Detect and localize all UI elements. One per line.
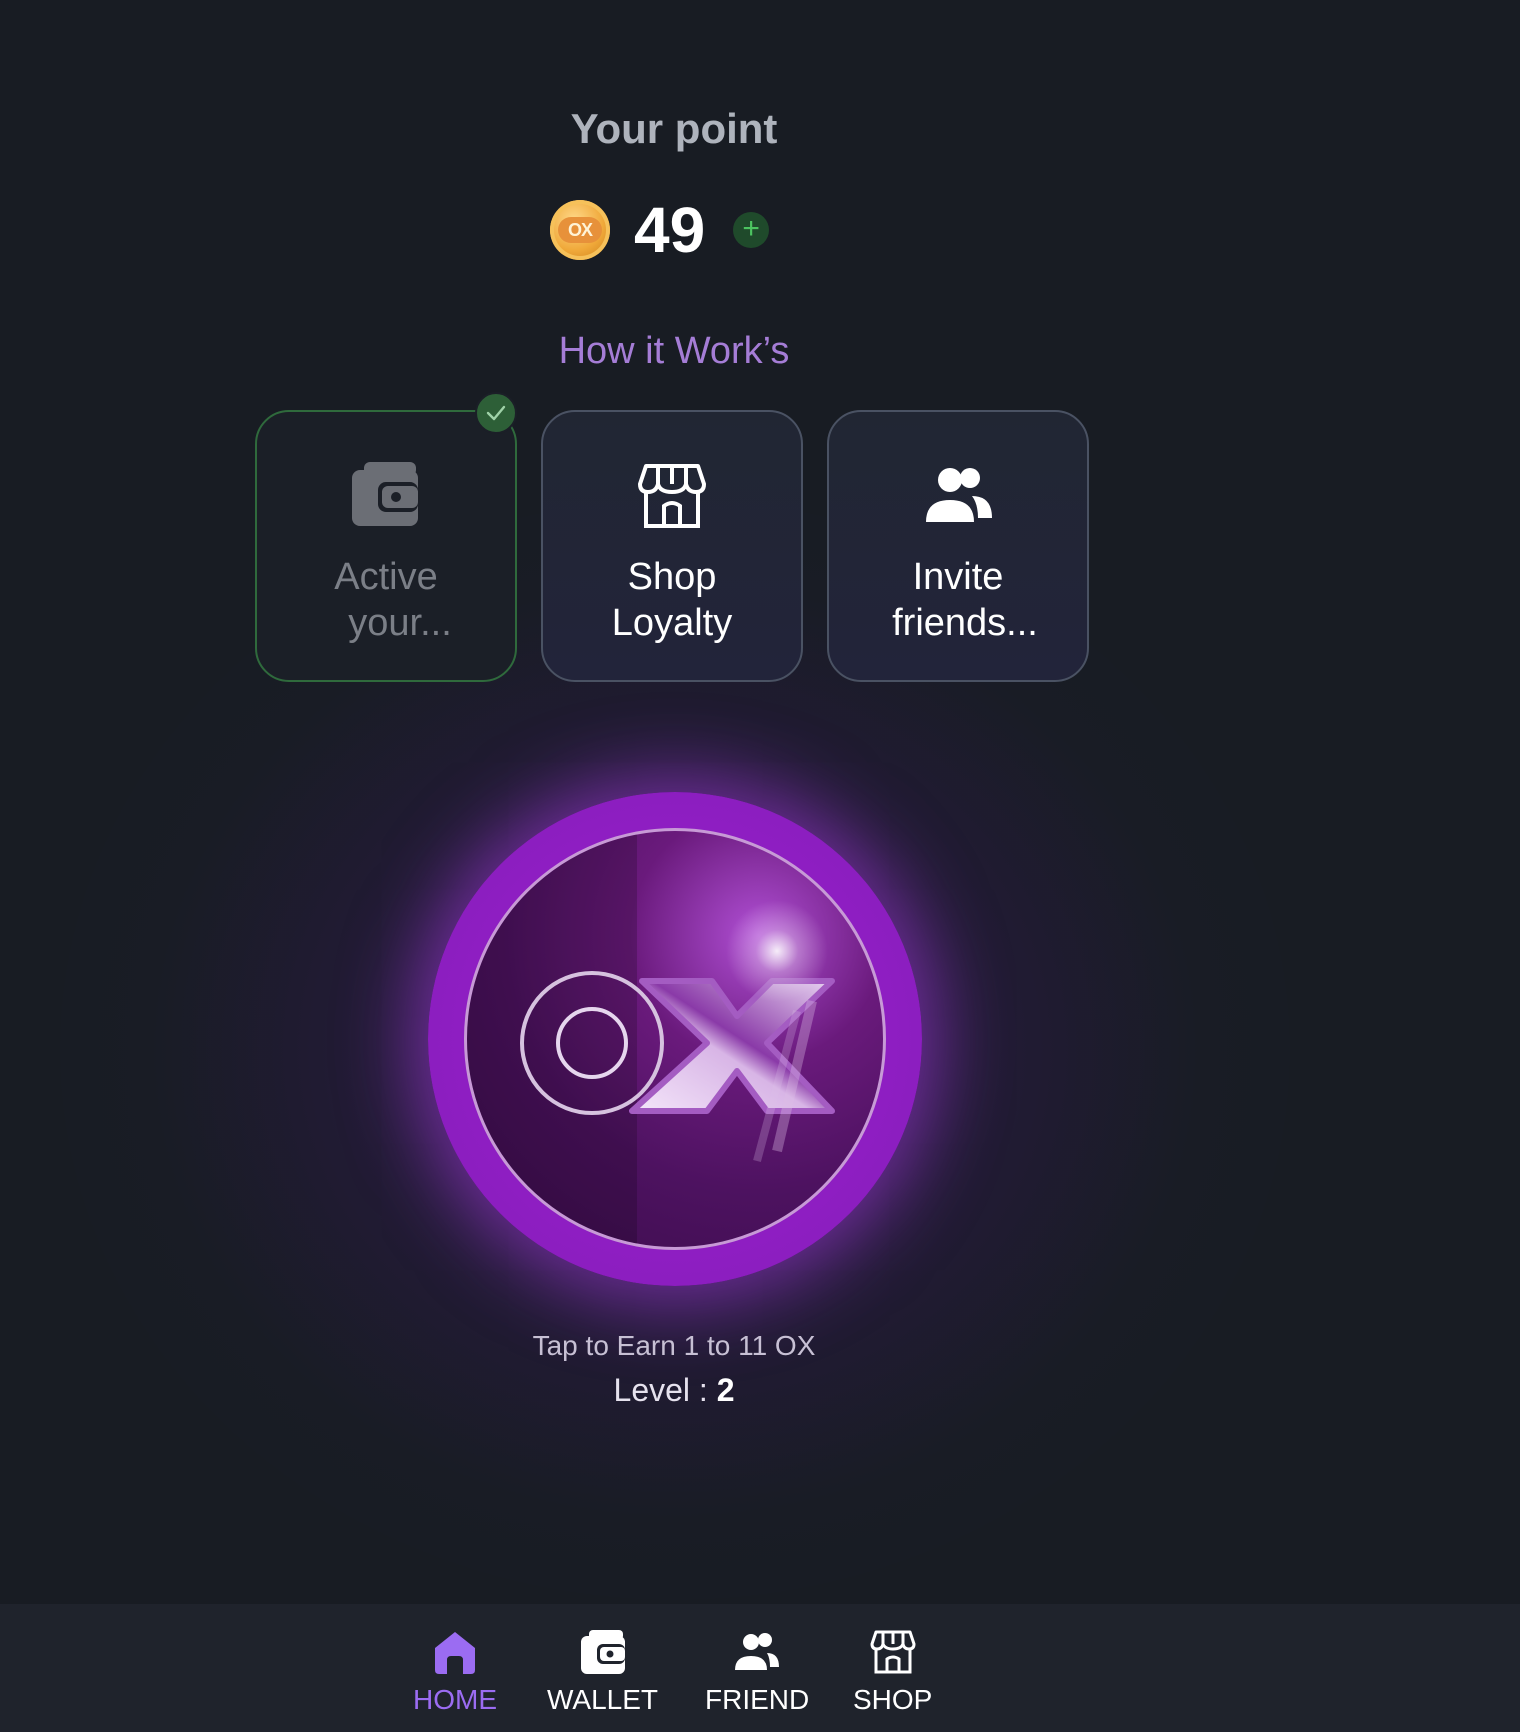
task-card-label: Shop Loyalty xyxy=(612,554,732,646)
bottom-nav: HOME WALLET FRIEND SHOP xyxy=(0,1604,1520,1732)
shop-icon xyxy=(638,464,706,528)
level-display: Level : 2 xyxy=(0,1372,1348,1409)
task-card-label-line1: Shop xyxy=(627,556,717,598)
nav-label: FRIEND xyxy=(705,1684,810,1715)
tap-coin-face xyxy=(464,828,886,1250)
level-label: Level : xyxy=(613,1372,717,1408)
task-card-label-line2: Loyalty xyxy=(611,602,733,644)
tap-coin-button[interactable] xyxy=(428,792,922,1286)
ox-coin-icon: OX xyxy=(550,200,610,260)
ox-coin-label: OX xyxy=(558,217,602,243)
task-card-label-line2: friends... xyxy=(892,602,1038,644)
nav-item-wallet[interactable]: WALLET xyxy=(547,1628,658,1716)
ox-logo-icon xyxy=(467,831,835,1247)
home-icon xyxy=(435,1632,475,1674)
page-title: Your point xyxy=(570,105,778,152)
wallet-icon xyxy=(352,462,418,526)
task-card-label: Active your... xyxy=(320,554,452,646)
add-points-button[interactable]: + xyxy=(733,212,770,248)
coin-shine xyxy=(717,891,837,1011)
how-it-works-title: How it Work’s xyxy=(558,330,790,372)
task-card-label-line1: Active xyxy=(334,556,438,598)
nav-label: SHOP xyxy=(853,1684,933,1715)
shop-icon xyxy=(870,1630,916,1674)
level-value: 2 xyxy=(716,1372,735,1408)
plus-icon: + xyxy=(742,212,760,245)
task-card-label-line2: your... xyxy=(348,602,452,644)
nav-label: WALLET xyxy=(547,1684,658,1715)
friends-icon xyxy=(926,468,992,522)
task-card-label: Invite friends... xyxy=(878,554,1038,646)
task-card-activate[interactable]: Active your... xyxy=(255,392,517,682)
wallet-icon xyxy=(580,1630,625,1674)
task-card-shop-loyalty[interactable]: Shop Loyalty xyxy=(541,410,803,682)
check-icon xyxy=(475,392,517,434)
nav-item-shop[interactable]: SHOP xyxy=(853,1628,932,1716)
nav-item-friend[interactable]: FRIEND xyxy=(705,1628,809,1716)
points-value: 49 xyxy=(634,194,706,266)
friends-icon xyxy=(735,1633,780,1670)
tap-earn-text: Tap to Earn 1 to 11 OX xyxy=(532,1330,816,1361)
nav-item-home[interactable]: HOME xyxy=(413,1628,497,1716)
nav-label: HOME xyxy=(413,1684,497,1715)
home-screen: Your point OX 49 + How it Work’s Active … xyxy=(0,0,1520,1732)
task-card-label-line1: Invite xyxy=(912,556,1004,598)
task-card-invite-friends[interactable]: Invite friends... xyxy=(827,410,1089,682)
points-display: OX 49 + xyxy=(550,194,770,266)
